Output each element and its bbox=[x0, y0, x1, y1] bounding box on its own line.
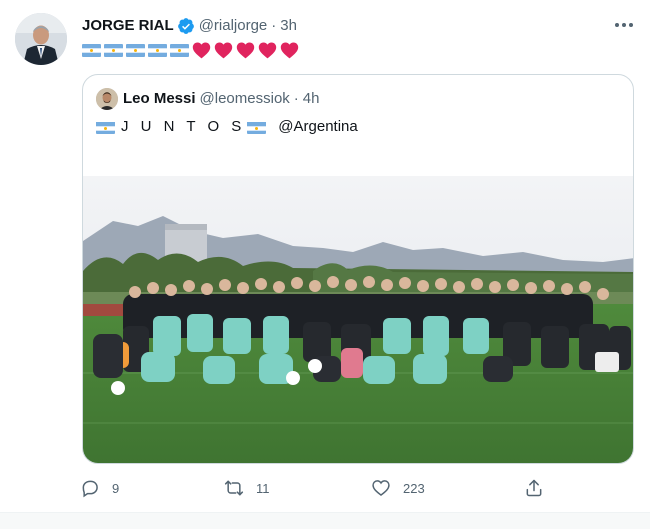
argentina-flag-icon bbox=[148, 43, 167, 57]
tweet-timestamp[interactable]: 3h bbox=[280, 16, 297, 36]
red-heart-icon bbox=[258, 41, 277, 59]
like-count: 223 bbox=[403, 480, 425, 496]
next-tweet-divider bbox=[0, 512, 650, 529]
tweet-header: JORGE RIAL @rialjorge · 3h bbox=[82, 16, 297, 36]
tweet-card[interactable]: JORGE RIAL @rialjorge · 3h Leo Messi @le… bbox=[0, 0, 650, 512]
quoted-tweet[interactable]: Leo Messi @leomessiok · 4h J U N T O S @… bbox=[82, 74, 634, 464]
quoted-text-word: J U N T O S bbox=[121, 118, 246, 135]
red-heart-icon bbox=[280, 41, 299, 59]
header-separator: · bbox=[271, 17, 277, 34]
tweet-text bbox=[82, 41, 299, 59]
reply-button[interactable]: 9 bbox=[80, 476, 119, 500]
red-heart-icon bbox=[192, 41, 211, 59]
retweet-count: 11 bbox=[256, 480, 270, 496]
argentina-flag-icon bbox=[82, 43, 101, 57]
tweet-actions: 9 11 223 bbox=[80, 476, 560, 500]
like-button[interactable]: 223 bbox=[371, 476, 425, 500]
argentina-flag-icon bbox=[126, 43, 145, 57]
verified-badge-icon bbox=[177, 17, 195, 35]
like-heart-icon bbox=[371, 478, 391, 498]
team-photo[interactable] bbox=[83, 176, 633, 463]
quoted-author-handle[interactable]: @leomessiok bbox=[200, 89, 290, 109]
quoted-author-avatar[interactable] bbox=[96, 88, 118, 110]
reply-count: 9 bbox=[112, 480, 120, 496]
retweet-icon bbox=[224, 478, 244, 498]
quoted-timestamp[interactable]: 4h bbox=[303, 89, 320, 109]
reply-icon bbox=[80, 478, 100, 498]
quoted-header-separator: · bbox=[293, 90, 299, 107]
author-avatar[interactable] bbox=[15, 13, 67, 65]
argentina-flag-icon bbox=[170, 43, 189, 57]
share-icon bbox=[524, 478, 544, 498]
red-heart-icon bbox=[214, 41, 233, 59]
argentina-flag-icon bbox=[247, 121, 267, 134]
author-name[interactable]: JORGE RIAL bbox=[82, 16, 174, 36]
more-options-icon[interactable] bbox=[608, 14, 640, 36]
retweet-button[interactable]: 11 bbox=[224, 476, 270, 500]
red-heart-icon bbox=[236, 41, 255, 59]
share-button[interactable] bbox=[524, 476, 544, 500]
argentina-flag-icon bbox=[96, 121, 115, 134]
quoted-tweet-text: J U N T O S @Argentina bbox=[96, 117, 358, 137]
quoted-author-name[interactable]: Leo Messi bbox=[123, 89, 196, 109]
author-handle[interactable]: @rialjorge bbox=[199, 16, 268, 36]
argentina-mention-link[interactable]: @Argentina bbox=[278, 117, 357, 137]
argentina-flag-icon bbox=[104, 43, 123, 57]
quoted-tweet-header: Leo Messi @leomessiok · 4h bbox=[123, 89, 319, 109]
